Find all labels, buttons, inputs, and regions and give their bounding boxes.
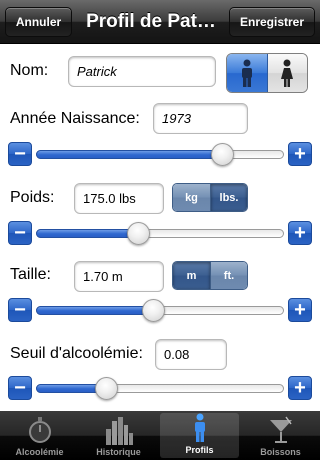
navigation-bar: Annuler Profil de Pat… Enregistrer (0, 0, 320, 44)
birth-year-slider-thumb[interactable] (211, 143, 234, 166)
alcohol-threshold-label: Seuil d'alcoolémie: (10, 345, 143, 362)
save-button[interactable]: Enregistrer (229, 7, 315, 37)
male-option[interactable] (227, 54, 268, 92)
height-increment-button[interactable]: + (288, 298, 312, 322)
tab-bar: Alcoolémie Historique Profils Boissons (0, 411, 320, 460)
height-unit-ft[interactable]: ft. (209, 262, 247, 289)
female-icon (281, 59, 294, 87)
height-slider-thumb[interactable] (142, 299, 165, 322)
name-label: Nom: (10, 62, 49, 79)
birth-year-slider[interactable] (36, 143, 284, 166)
weight-unit-selector: kg lbs. (172, 183, 248, 212)
birth-year-label: Année Naissance: (10, 110, 140, 127)
height-slider-fill (36, 306, 154, 315)
page-title: Profil de Pat… (86, 11, 216, 32)
stopwatch-icon (28, 417, 51, 443)
male-icon (241, 59, 252, 87)
height-unit-selector: m ft. (172, 261, 248, 290)
height-field[interactable]: 1.70 m (74, 261, 164, 292)
height-slider[interactable] (36, 299, 284, 322)
female-option[interactable] (267, 54, 307, 92)
alcohol-threshold-slider[interactable] (36, 377, 284, 400)
person-icon (194, 413, 205, 442)
height-label: Taille: (10, 266, 51, 283)
birth-year-field[interactable]: 1973 (153, 103, 248, 134)
weight-decrement-button[interactable]: − (8, 221, 32, 245)
alcohol-threshold-field[interactable]: 0.08 (155, 339, 227, 370)
height-decrement-button[interactable]: − (8, 298, 32, 322)
birth-year-slider-fill (36, 150, 223, 159)
weight-slider-fill (36, 229, 139, 238)
weight-slider[interactable] (36, 222, 284, 245)
tab-profils[interactable]: Profils (160, 413, 239, 458)
tab-historique[interactable]: Historique (79, 411, 158, 460)
tab-alcoolemie[interactable]: Alcoolémie (0, 411, 79, 460)
tab-label: Profils (185, 445, 214, 455)
cocktail-glass-icon (269, 416, 292, 443)
tab-label: Historique (96, 447, 141, 457)
tab-boissons[interactable]: Boissons (241, 411, 320, 460)
tab-label: Boissons (260, 447, 301, 457)
weight-unit-lbs[interactable]: lbs. (209, 184, 247, 211)
weight-label: Poids: (10, 189, 55, 206)
bar-chart-icon (105, 417, 133, 445)
alcohol-threshold-decrement-button[interactable]: − (8, 376, 32, 400)
birth-year-increment-button[interactable]: + (288, 142, 312, 166)
weight-unit-kg[interactable]: kg (173, 184, 210, 211)
height-unit-m[interactable]: m (173, 262, 210, 289)
alcohol-threshold-slider-thumb[interactable] (95, 377, 118, 400)
weight-field[interactable]: 175.0 lbs (74, 183, 164, 214)
name-field[interactable]: Patrick (68, 56, 216, 87)
cancel-button[interactable]: Annuler (5, 7, 72, 37)
weight-increment-button[interactable]: + (288, 221, 312, 245)
birth-year-decrement-button[interactable]: − (8, 142, 32, 166)
alcohol-threshold-increment-button[interactable]: + (288, 376, 312, 400)
gender-selector (226, 53, 308, 93)
tab-label: Alcoolémie (15, 447, 64, 457)
weight-slider-thumb[interactable] (127, 222, 150, 245)
